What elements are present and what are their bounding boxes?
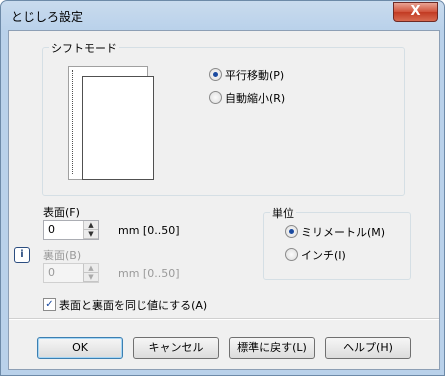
dialog-body: シフトモード 平行移動(P) 自動縮小(R) 表面(F) 0 ▲ ▼ mm [0… <box>8 30 440 370</box>
back-margin-spinner: 0 ▲ ▼ <box>43 263 99 283</box>
front-margin-range: mm [0..50] <box>118 224 180 237</box>
front-margin-spinner[interactable]: 0 ▲ ▼ <box>43 220 99 240</box>
close-button[interactable]: X <box>393 2 438 22</box>
reset-defaults-button[interactable]: 標準に戻す(L) <box>229 337 315 359</box>
inch-label[interactable]: インチ(I) <box>301 247 346 263</box>
units-group <box>263 212 411 280</box>
front-margin-arrows[interactable]: ▲ ▼ <box>83 221 98 239</box>
shift-mode-label: シフトモード <box>49 40 119 56</box>
inch-radio[interactable] <box>285 248 298 261</box>
dialog-window: とじしろ設定 X シフトモード 平行移動(P) 自動縮小(R) 表面(F) 0 … <box>0 0 445 376</box>
parallel-shift-radio[interactable] <box>209 68 222 81</box>
window-title: とじしろ設定 <box>11 10 84 24</box>
spin-down-icon: ▼ <box>84 273 98 282</box>
back-margin-value: 0 <box>48 266 55 279</box>
millimeter-radio[interactable] <box>285 225 298 238</box>
same-value-checkbox[interactable]: ✓ <box>43 298 56 311</box>
ok-button[interactable]: OK <box>37 337 123 359</box>
spin-up-icon: ▲ <box>84 264 98 273</box>
front-margin-value[interactable]: 0 <box>48 223 55 236</box>
back-margin-label: 裏面(B) <box>43 249 82 262</box>
front-margin-label: 表面(F) <box>43 206 80 219</box>
help-button[interactable]: ヘルプ(H) <box>325 337 411 359</box>
button-divider <box>9 318 439 320</box>
back-margin-arrows: ▲ ▼ <box>83 264 98 282</box>
parallel-shift-label[interactable]: 平行移動(P) <box>225 67 284 83</box>
units-label: 単位 <box>270 205 296 221</box>
spin-up-icon[interactable]: ▲ <box>84 221 98 230</box>
cancel-button[interactable]: キャンセル <box>133 337 219 359</box>
binding-margin-marker <box>72 70 77 174</box>
auto-reduce-radio[interactable] <box>209 91 222 104</box>
millimeter-label[interactable]: ミリメートル(M) <box>301 224 385 240</box>
same-value-label[interactable]: 表面と裏面を同じ値にする(A) <box>59 297 207 313</box>
auto-reduce-label[interactable]: 自動縮小(R) <box>225 90 285 106</box>
back-margin-range: mm [0..50] <box>118 267 180 280</box>
page-preview-front <box>82 76 154 180</box>
info-icon: i <box>14 247 30 263</box>
spin-down-icon[interactable]: ▼ <box>84 230 98 239</box>
